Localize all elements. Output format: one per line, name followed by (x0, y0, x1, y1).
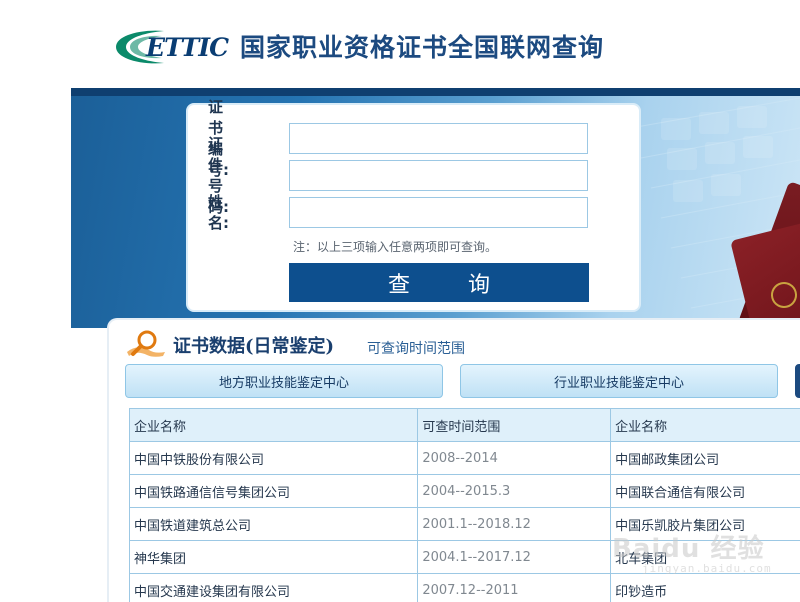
time-range-cell: 2001.1--2018.12 (418, 508, 611, 541)
logo-text: ETTIC (112, 27, 230, 67)
column-header-company: 企业名称 (130, 409, 418, 442)
name-input[interactable] (289, 197, 588, 228)
tab-industry-appraisal-center[interactable]: 行业职业技能鉴定中心 (460, 364, 778, 398)
table-row: 中国中铁股份有限公司 2008--2014 中国邮政集团公司 (130, 442, 800, 475)
search-form: 证书编号: 证件号码: 姓 名: 注：以上三项输入任意两项即可查询。 查 询 (186, 103, 641, 312)
page-title: 国家职业资格证书全国联网查询 (240, 28, 604, 64)
company-cell[interactable]: 中国铁道建筑总公司 (130, 508, 418, 541)
id-number-input[interactable] (289, 160, 588, 191)
time-range-cell: 2008--2014 (418, 442, 611, 475)
company-cell[interactable]: 中国邮政集团公司 (611, 442, 800, 475)
section-subtitle: 可查询时间范围 (367, 338, 465, 358)
tab-more[interactable] (795, 364, 800, 398)
query-button[interactable]: 查 询 (289, 263, 589, 302)
tab-local-appraisal-center[interactable]: 地方职业技能鉴定中心 (125, 364, 443, 398)
company-cell[interactable]: 中国联合通信有限公司 (611, 475, 800, 508)
time-range-cell: 2007.12--2011 (418, 574, 611, 602)
company-cell[interactable]: 中国交通建设集团有限公司 (130, 574, 418, 602)
company-cell[interactable]: 神华集团 (130, 541, 418, 574)
watermark-text: Baidu 经验 (612, 528, 764, 565)
time-range-cell: 2004.1--2017.12 (418, 541, 611, 574)
section-title: 证书数据(日常鉴定) (173, 332, 334, 358)
certificate-number-input[interactable] (289, 123, 588, 154)
table-header-row: 企业名称 可查时间范围 企业名称 (130, 409, 800, 442)
baidu-watermark: Baidu 经验 jingyan.baidu.com (612, 524, 782, 584)
name-label: 姓 名: (208, 191, 253, 233)
magnifier-icon (125, 328, 167, 360)
watermark-url: jingyan.baidu.com (642, 562, 772, 575)
site-header: ETTIC 国家职业资格证书全国联网查询 (0, 0, 800, 88)
form-note: 注：以上三项输入任意两项即可查询。 (293, 238, 497, 255)
ettic-logo[interactable]: ETTIC (112, 27, 230, 67)
column-header-time-range: 可查时间范围 (418, 409, 611, 442)
time-range-cell: 2004--2015.3 (418, 475, 611, 508)
column-header-company: 企业名称 (611, 409, 800, 442)
table-row: 中国铁路通信信号集团公司 2004--2015.3 中国联合通信有限公司 (130, 475, 800, 508)
company-cell[interactable]: 中国中铁股份有限公司 (130, 442, 418, 475)
company-cell[interactable]: 中国铁路通信信号集团公司 (130, 475, 418, 508)
